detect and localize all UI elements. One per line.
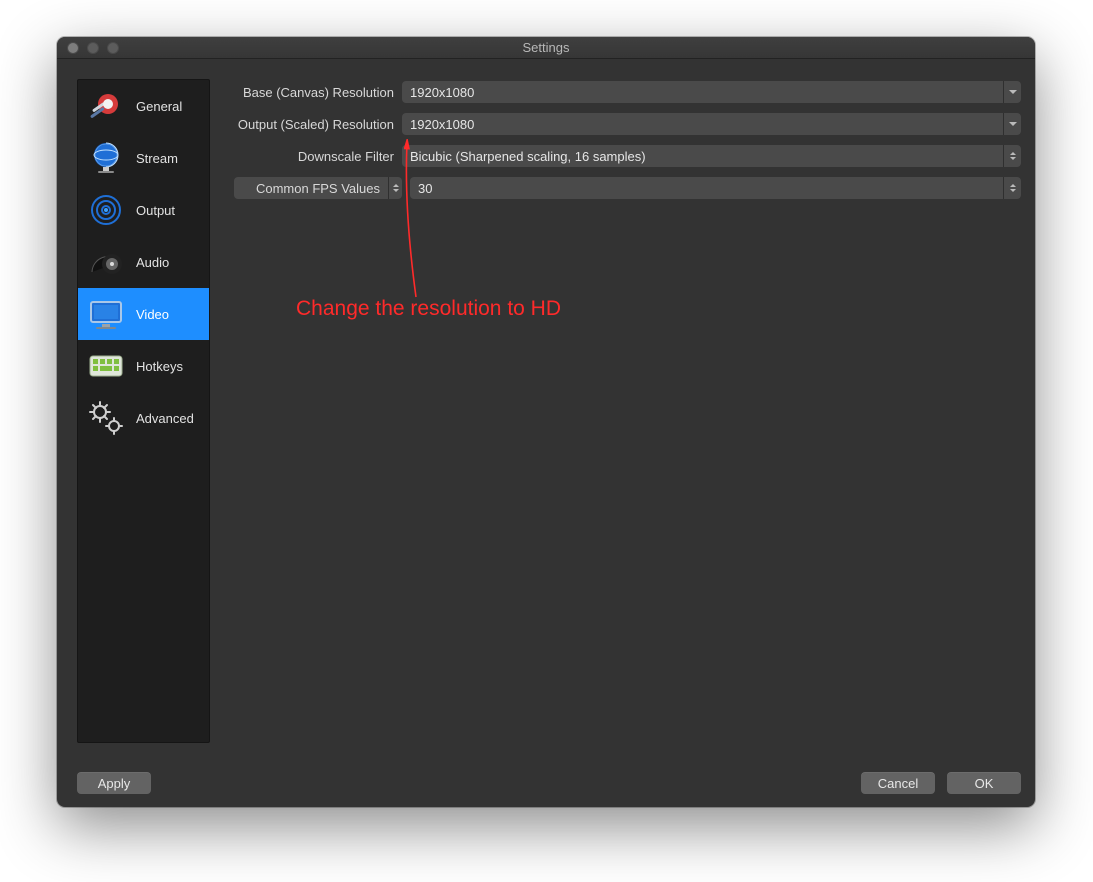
general-icon [84, 84, 128, 128]
sidebar-item-stream[interactable]: Stream [78, 132, 209, 184]
titlebar: Settings [57, 37, 1035, 59]
apply-button[interactable]: Apply [77, 772, 151, 794]
zoom-window-button[interactable] [107, 42, 119, 54]
row-fps: Common FPS Values 30 [234, 175, 1021, 201]
fps-mode-select[interactable]: Common FPS Values [234, 177, 402, 199]
sidebar-item-output[interactable]: Output [78, 184, 209, 236]
stream-icon [84, 136, 128, 180]
downscale-filter-value: Bicubic (Sharpened scaling, 16 samples) [410, 149, 646, 164]
audio-icon [84, 240, 128, 284]
updown-icon [1003, 177, 1021, 199]
output-resolution-combo[interactable]: 1920x1080 [402, 113, 1021, 135]
cancel-button[interactable]: Cancel [861, 772, 935, 794]
downscale-filter-select[interactable]: Bicubic (Sharpened scaling, 16 samples) [402, 145, 1021, 167]
base-resolution-combo[interactable]: 1920x1080 [402, 81, 1021, 103]
row-base-resolution: Base (Canvas) Resolution 1920x1080 [234, 79, 1021, 105]
ok-button[interactable]: OK [947, 772, 1021, 794]
window-controls [67, 42, 119, 54]
settings-window: Settings General [57, 37, 1035, 807]
window-title: Settings [57, 40, 1035, 55]
sidebar-item-label: Advanced [136, 411, 194, 426]
row-output-resolution: Output (Scaled) Resolution 1920x1080 [234, 111, 1021, 137]
label-base-resolution: Base (Canvas) Resolution [234, 85, 402, 100]
chevron-down-icon [1003, 81, 1021, 103]
base-resolution-value: 1920x1080 [410, 85, 474, 100]
label-downscale-filter: Downscale Filter [234, 149, 402, 164]
updown-icon [1003, 145, 1021, 167]
sidebar-item-label: Output [136, 203, 175, 218]
sidebar-item-label: Audio [136, 255, 169, 270]
fps-value-select[interactable]: 30 [410, 177, 1021, 199]
fps-value: 30 [418, 181, 432, 196]
advanced-icon [84, 396, 128, 440]
label-output-resolution: Output (Scaled) Resolution [234, 117, 402, 132]
output-icon [84, 188, 128, 232]
sidebar-item-video[interactable]: Video [78, 288, 209, 340]
sidebar-item-label: General [136, 99, 182, 114]
settings-sidebar: General Stream [77, 79, 210, 743]
close-window-button[interactable] [67, 42, 79, 54]
sidebar-item-audio[interactable]: Audio [78, 236, 209, 288]
video-icon [84, 292, 128, 336]
output-resolution-value: 1920x1080 [410, 117, 474, 132]
sidebar-item-label: Hotkeys [136, 359, 183, 374]
chevron-down-icon [1003, 113, 1021, 135]
hotkeys-icon [84, 344, 128, 388]
sidebar-item-general[interactable]: General [78, 80, 209, 132]
updown-icon [388, 177, 402, 199]
sidebar-item-hotkeys[interactable]: Hotkeys [78, 340, 209, 392]
settings-panel-video: Base (Canvas) Resolution 1920x1080 Outpu… [234, 79, 1021, 759]
window-body: General Stream [57, 59, 1035, 759]
row-downscale-filter: Downscale Filter Bicubic (Sharpened scal… [234, 143, 1021, 169]
minimize-window-button[interactable] [87, 42, 99, 54]
sidebar-item-advanced[interactable]: Advanced [78, 392, 209, 444]
sidebar-item-label: Video [136, 307, 169, 322]
dialog-footer: Apply Cancel OK [57, 759, 1035, 807]
annotation-text: Change the resolution to HD [296, 297, 561, 321]
sidebar-item-label: Stream [136, 151, 178, 166]
label-fps: Common FPS Values [234, 181, 388, 196]
